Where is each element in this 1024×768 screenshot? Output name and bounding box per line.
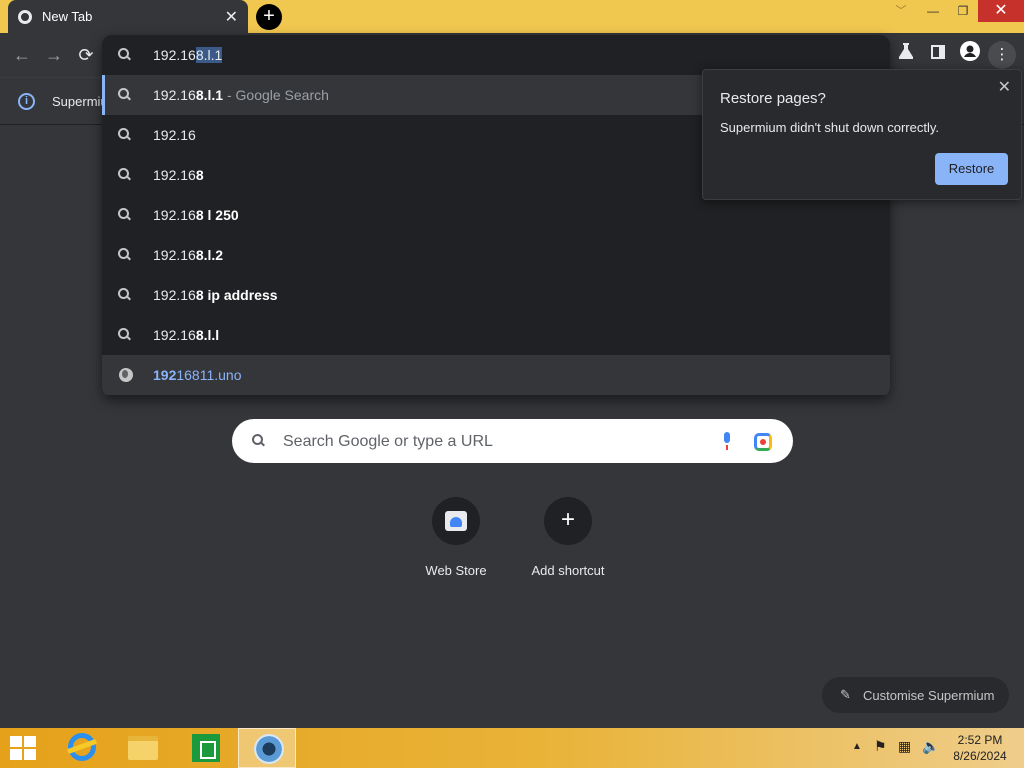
web-store-icon: [445, 511, 467, 531]
taskbar: ▲ ⚑ ▦ 🔈 2:52 PM 8/26/2024: [0, 728, 1024, 768]
tab-title: New Tab: [42, 9, 93, 24]
omnibox-suggestion[interactable]: 192.168.l.2: [102, 235, 890, 275]
title-bar: New Tab ✕ + ﹀ — ❐ ✕: [0, 0, 1024, 33]
chrome-icon: [18, 9, 32, 24]
shortcut-label: Web Store: [425, 563, 487, 578]
ntp-search-placeholder: Search Google or type a URL: [283, 433, 493, 450]
windows-logo-icon: [10, 736, 38, 760]
show-hidden-icons-icon[interactable]: ▲: [852, 741, 862, 752]
customise-label: Customise Supermium: [863, 688, 995, 703]
internet-explorer-taskbar-button[interactable]: [52, 728, 110, 768]
suggestion-text: 192.168 ip address: [153, 287, 278, 303]
suggestion-text: 192.16: [153, 127, 196, 143]
omnibox-value[interactable]: 192.168.l.1: [153, 47, 223, 63]
profile-avatar[interactable]: [956, 41, 984, 69]
search-icon: [118, 88, 130, 100]
back-button[interactable]: ←: [10, 43, 34, 67]
info-bar-text: Supermiu: [52, 94, 108, 109]
maximize-button[interactable]: ❐: [946, 0, 980, 22]
tab-new-tab[interactable]: New Tab ✕: [8, 0, 248, 33]
restore-message: Supermium didn't shut down correctly.: [720, 120, 940, 135]
supermium-taskbar-button[interactable]: [238, 728, 296, 768]
clock[interactable]: 2:52 PM 8/26/2024: [946, 732, 1014, 764]
search-icon: [118, 288, 130, 300]
store-taskbar-button[interactable]: [176, 728, 234, 768]
suggestion-text: 192.168.l.2: [153, 247, 224, 263]
voice-search-icon[interactable]: [722, 432, 732, 450]
reload-button[interactable]: ⟳: [74, 43, 98, 67]
restore-button[interactable]: Restore: [935, 153, 1008, 185]
globe-icon: [119, 368, 133, 382]
add-shortcut-button[interactable]: + Add shortcut: [518, 495, 618, 587]
restore-pages-dialog: Restore pages? ✕ Supermium didn't shut d…: [702, 69, 1022, 200]
info-icon: i: [18, 93, 35, 110]
suggestion-text: 192.168: [153, 167, 204, 183]
supermium-icon: [254, 734, 284, 764]
clock-date: 8/26/2024: [953, 749, 1007, 763]
folder-icon: [128, 736, 158, 760]
file-explorer-taskbar-button[interactable]: [114, 728, 172, 768]
google-lens-icon[interactable]: [754, 433, 772, 451]
side-panel-icon[interactable]: [924, 41, 952, 69]
volume-muted-icon[interactable]: 🔈: [922, 738, 939, 755]
shortcut-label: Add shortcut: [531, 563, 605, 578]
omnibox-suggestion[interactable]: 192.168 ip address: [102, 275, 890, 315]
start-button[interactable]: [0, 728, 48, 768]
search-icon: [118, 48, 130, 60]
extensions-flask-icon[interactable]: [892, 41, 920, 69]
minimize-button[interactable]: —: [916, 0, 950, 22]
restore-title: Restore pages?: [720, 90, 826, 107]
network-icon[interactable]: ▦: [898, 738, 911, 755]
close-icon[interactable]: ✕: [998, 77, 1011, 97]
search-icon: [118, 168, 130, 180]
clock-time: 2:52 PM: [957, 733, 1003, 747]
tab-close-icon[interactable]: ✕: [225, 7, 238, 27]
search-icon: [118, 128, 130, 140]
ntp-search-box[interactable]: Search Google or type a URL: [232, 419, 793, 463]
action-center-flag-icon[interactable]: ⚑: [874, 738, 887, 755]
suggestion-text: 192.168.l.l: [153, 327, 220, 343]
store-icon: [192, 734, 220, 762]
search-icon: [118, 248, 130, 260]
new-tab-button[interactable]: +: [256, 4, 282, 30]
plus-icon: +: [560, 506, 575, 533]
search-icon: [118, 208, 130, 220]
search-icon: [118, 328, 130, 340]
tab-search-chevron-icon[interactable]: ﹀: [884, 0, 918, 22]
suggestion-text: 19216811.uno: [153, 367, 242, 383]
suggestion-text: 192.168.l.1 - Google Search: [153, 87, 329, 103]
shortcut-web-store[interactable]: Web Store: [406, 495, 506, 587]
forward-button[interactable]: →: [42, 43, 66, 67]
pencil-icon: ✎: [840, 687, 851, 702]
omnibox-selected-text: 8.l.1: [195, 47, 223, 63]
suggestion-text: 192.168 l 250: [153, 207, 239, 223]
omnibox-suggestion[interactable]: 192.168 l 250: [102, 195, 890, 235]
close-window-button[interactable]: ✕: [978, 0, 1024, 22]
search-icon: [252, 434, 264, 446]
menu-button[interactable]: ⋮: [988, 41, 1016, 69]
omnibox-suggestion-url[interactable]: 19216811.uno: [102, 355, 890, 395]
omnibox-suggestion[interactable]: 192.168.l.l: [102, 315, 890, 355]
internet-explorer-icon: [68, 733, 96, 761]
customise-button[interactable]: ✎ Customise Supermium: [822, 677, 1009, 713]
